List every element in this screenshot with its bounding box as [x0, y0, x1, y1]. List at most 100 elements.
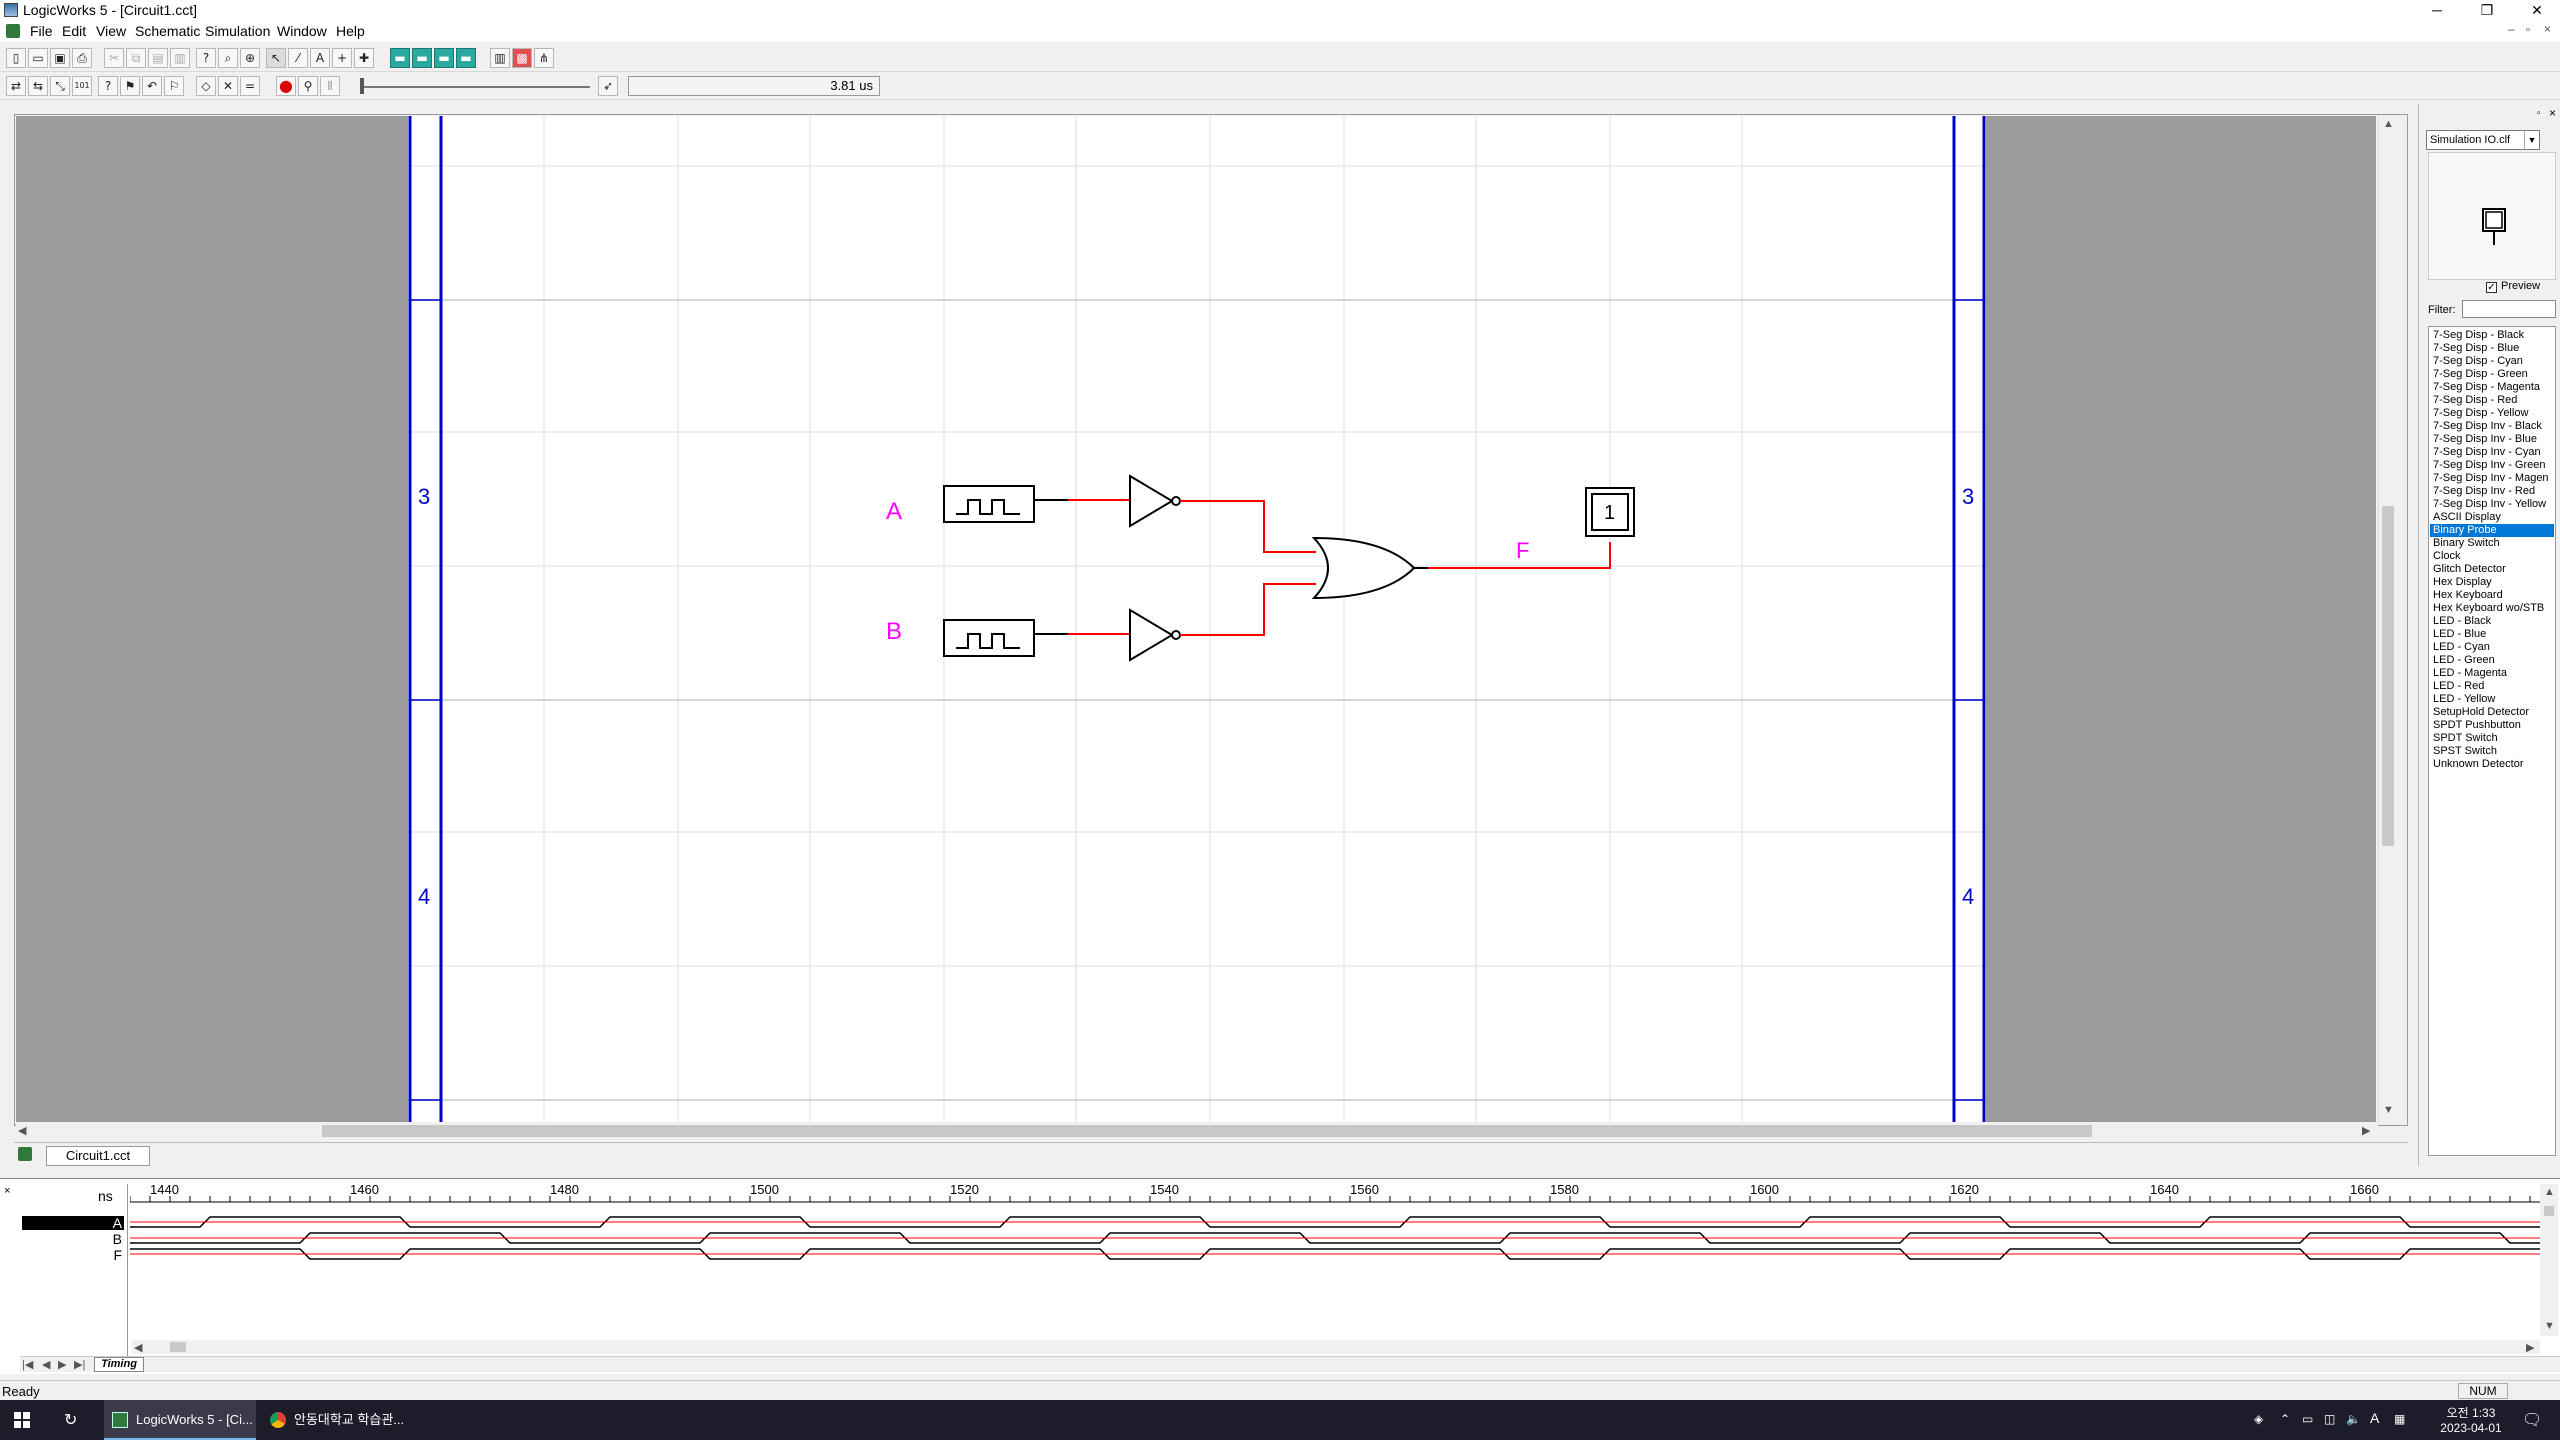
timing-vertical-scrollbar[interactable]: ▲ ▼	[2540, 1184, 2558, 1336]
mdi-close-button[interactable]: ×	[2544, 22, 2551, 36]
timing-view-icon[interactable]: ▬	[412, 48, 432, 68]
part-list-item[interactable]: Hex Display	[2433, 576, 2553, 589]
diamond-icon[interactable]: ◇	[196, 76, 216, 96]
mdi-minimize-button[interactable]: –	[2508, 22, 2515, 36]
parts-list[interactable]: 7-Seg Disp - Black 7-Seg Disp - Blue 7-Seg…	[2428, 326, 2556, 1156]
battery-icon[interactable]: ▭	[2302, 1412, 2313, 1426]
document-tab[interactable]: Circuit1.cct	[46, 1146, 150, 1166]
mdi-restore-button[interactable]: ▫	[2526, 22, 2530, 36]
menu-view[interactable]: View	[96, 23, 126, 39]
clock-time[interactable]: 오전 1:33	[2428, 1404, 2514, 1421]
probe-help-icon[interactable]: ?	[98, 76, 118, 96]
document-system-icon[interactable]	[6, 24, 20, 38]
crosshair-tool-icon[interactable]: +	[332, 48, 352, 68]
input-label-b[interactable]: B	[886, 618, 902, 646]
part-list-item[interactable]: 7-Seg Disp - Magenta	[2433, 381, 2553, 394]
speed-icon[interactable]: ➶	[598, 76, 618, 96]
part-list-item[interactable]: LED - Red	[2433, 680, 2553, 693]
timing-waveforms[interactable]: 1440 1460 1480 1500 1520 1540 1560 1580 1600 1620…	[130, 1180, 2540, 1340]
part-list-item[interactable]: 7-Seg Disp - Red	[2433, 394, 2553, 407]
horizontal-scroll-thumb[interactable]	[322, 1125, 2092, 1137]
keyboard-icon[interactable]: ▦	[2394, 1412, 2405, 1426]
app-icon[interactable]	[4, 3, 18, 17]
copy-icon[interactable]: ⧉	[126, 48, 146, 68]
part-list-item[interactable]: Binary Probe	[2430, 524, 2554, 537]
parts-view-icon[interactable]: ▬	[390, 48, 410, 68]
ime-indicator[interactable]: A	[2370, 1410, 2379, 1426]
part-list-item[interactable]: 7-Seg Disp - Blue	[2433, 342, 2553, 355]
timing-horizontal-scrollbar[interactable]: ◀ ▶	[132, 1340, 2540, 1354]
timing-tab[interactable]: Timing	[94, 1357, 144, 1372]
sim-tool-2-icon[interactable]: ⇆	[28, 76, 48, 96]
timing-close-button[interactable]: ×	[4, 1185, 10, 1197]
schematic-vertical-scrollbar[interactable]: ▲ ▼	[2378, 116, 2396, 1122]
cut-icon[interactable]: ✂	[104, 48, 124, 68]
part-list-item[interactable]: LED - Black	[2433, 615, 2553, 628]
chip-icon[interactable]: ▥	[490, 48, 510, 68]
library-select[interactable]: Simulation IO.clf	[2426, 130, 2540, 150]
speed-slider-thumb[interactable]	[360, 78, 364, 94]
part-list-item[interactable]: 7-Seg Disp - Green	[2433, 368, 2553, 381]
binary-icon[interactable]: 101	[72, 76, 92, 96]
part-list-item[interactable]: 7-Seg Disp Inv - Green	[2433, 459, 2553, 472]
minimize-button[interactable]: ─	[2414, 0, 2460, 20]
chevron-down-icon[interactable]: ▼	[2524, 131, 2539, 149]
part-list-item[interactable]: Clock	[2433, 550, 2553, 563]
filter-input[interactable]	[2462, 300, 2556, 318]
help-icon[interactable]: ?	[196, 48, 216, 68]
taskbar-app-chrome[interactable]: 안동대학교 학습관...	[264, 1400, 416, 1440]
vertical-scroll-thumb[interactable]	[2382, 506, 2394, 846]
part-list-item[interactable]: 7-Seg Disp Inv - Magen	[2433, 472, 2553, 485]
schematic-horizontal-scrollbar[interactable]: ◀ ▶	[16, 1122, 2378, 1140]
part-list-item[interactable]: Binary Switch	[2433, 537, 2553, 550]
paste-special-icon[interactable]: ▥	[170, 48, 190, 68]
paste-icon[interactable]: ▤	[148, 48, 168, 68]
signal-name-a[interactable]: A	[22, 1216, 124, 1230]
speed-slider-track[interactable]	[360, 86, 590, 88]
sim-tool-1-icon[interactable]: ⇄	[6, 76, 26, 96]
run-icon[interactable]: ⫴	[320, 76, 340, 96]
sim-tool-5-icon[interactable]: ⚐	[164, 76, 184, 96]
save-icon[interactable]: ▣	[50, 48, 70, 68]
restore-button[interactable]: ❐	[2464, 0, 2510, 20]
nvidia-tray-icon[interactable]: ◈	[2254, 1412, 2263, 1426]
part-list-item[interactable]: SPDT Pushbutton	[2433, 719, 2553, 732]
add-part-icon[interactable]: ✚	[354, 48, 374, 68]
part-list-item[interactable]: 7-Seg Disp - Yellow	[2433, 407, 2553, 420]
network-icon[interactable]: ◫	[2324, 1412, 2335, 1426]
part-list-item[interactable]: LED - Blue	[2433, 628, 2553, 641]
new-icon[interactable]: ▯	[6, 48, 26, 68]
part-list-item[interactable]: LED - Magenta	[2433, 667, 2553, 680]
part-list-item[interactable]: Hex Keyboard	[2433, 589, 2553, 602]
notification-icon[interactable]: 🗨	[2522, 1410, 2542, 1430]
preview-checkbox[interactable]: ✓	[2486, 282, 2497, 293]
pointer-tool-icon[interactable]: ↖	[266, 48, 286, 68]
menu-help[interactable]: Help	[336, 23, 365, 39]
part-list-item[interactable]: Glitch Detector	[2433, 563, 2553, 576]
connect-icon[interactable]: ⋔	[534, 48, 554, 68]
menu-simulation[interactable]: Simulation	[205, 23, 270, 39]
zoom-fit-icon[interactable]: ⊕	[240, 48, 260, 68]
part-list-item[interactable]: SetupHold Detector	[2433, 706, 2553, 719]
part-list-item[interactable]: LED - Green	[2433, 654, 2553, 667]
volume-icon[interactable]: 🔈	[2346, 1412, 2361, 1426]
menu-schematic[interactable]: Schematic	[135, 23, 200, 39]
stop-icon[interactable]: ⬤	[276, 76, 296, 96]
clear-icon[interactable]: ✕	[218, 76, 238, 96]
text-tool-icon[interactable]: A	[310, 48, 330, 68]
taskbar-app-logicworks[interactable]: LogicWorks 5 - [Ci...	[104, 1400, 256, 1440]
part-list-item[interactable]: 7-Seg Disp Inv - Blue	[2433, 433, 2553, 446]
palette-pin-button[interactable]: ▫	[2537, 108, 2541, 119]
part-list-item[interactable]: LED - Yellow	[2433, 693, 2553, 706]
print-icon[interactable]: ⎙	[72, 48, 92, 68]
part-list-item[interactable]: SPST Switch	[2433, 745, 2553, 758]
part-list-item[interactable]: 7-Seg Disp Inv - Red	[2433, 485, 2553, 498]
browser-view-icon[interactable]: ▬	[456, 48, 476, 68]
open-icon[interactable]: ▭	[28, 48, 48, 68]
zoom-icon[interactable]: ⌕	[218, 48, 238, 68]
close-button[interactable]: ✕	[2514, 0, 2560, 20]
menu-window[interactable]: Window	[277, 23, 327, 39]
signal-name-b[interactable]: B	[22, 1232, 124, 1246]
part-list-item[interactable]: ASCII Display	[2433, 511, 2553, 524]
menu-edit[interactable]: Edit	[62, 23, 86, 39]
